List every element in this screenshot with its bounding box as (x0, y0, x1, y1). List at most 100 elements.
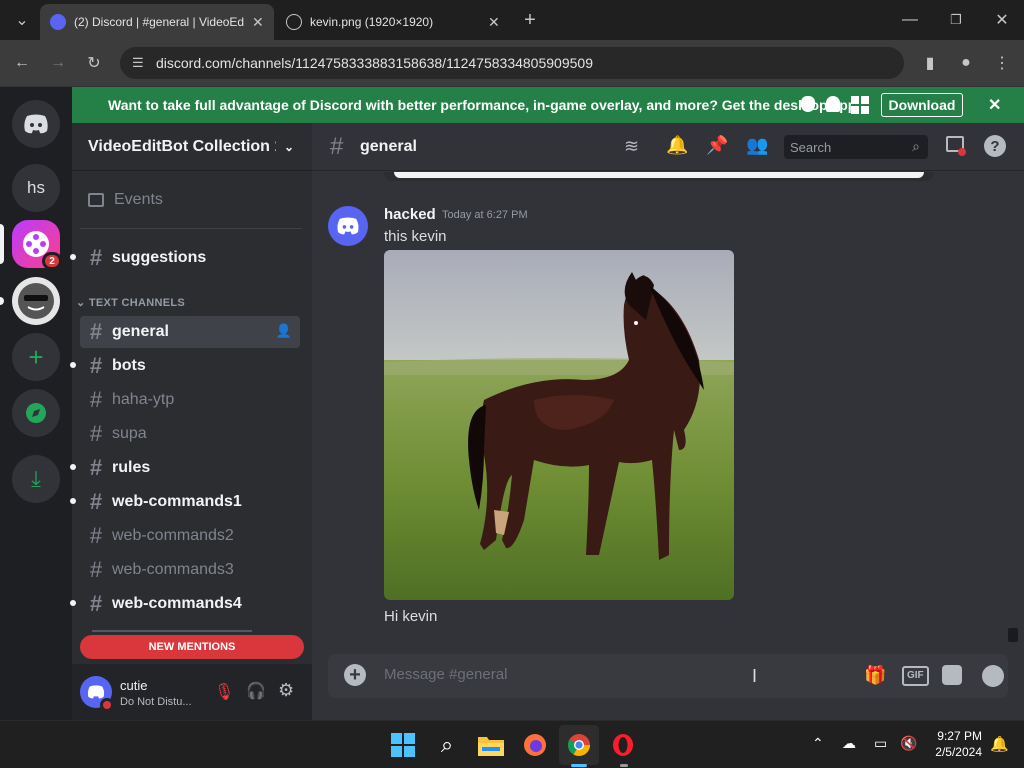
mention-badge: 2 (42, 252, 62, 270)
server-cat-avatar[interactable] (12, 277, 60, 325)
search-icon[interactable]: ⌕ (433, 731, 461, 759)
hashtag-icon: # (89, 591, 103, 616)
calendar-icon (88, 193, 104, 207)
tab-kevin[interactable]: kevin.png (1920×1920) ✕ (276, 4, 510, 40)
onedrive-offline-icon[interactable]: ☁ (842, 735, 856, 752)
tab-search-icon[interactable]: ⌄ (8, 6, 36, 34)
category-header[interactable]: ⌄ TEXT CHANNELS (76, 296, 185, 309)
side-panel-icon[interactable]: ▮ (916, 49, 944, 77)
file-explorer-icon[interactable] (477, 731, 505, 759)
channel-haha-ytp[interactable]: # haha-ytp (80, 384, 300, 416)
channel-web-commands4[interactable]: # web-commands4 (80, 588, 300, 620)
close-tab-icon[interactable]: ✕ (252, 14, 264, 31)
active-indicator (571, 764, 587, 767)
discord-favicon-icon (50, 14, 66, 30)
firefox-icon[interactable] (521, 731, 549, 759)
channel-bots[interactable]: # bots (80, 350, 300, 382)
message-input[interactable]: Message #general (384, 666, 507, 683)
hashtag-icon: # (89, 387, 103, 412)
clock[interactable]: 9:27 PM 2/5/2024 (926, 729, 982, 759)
muted-mic-icon[interactable]: 🎙 (214, 682, 234, 702)
back-button[interactable]: ← (8, 49, 36, 77)
forward-button[interactable]: → (44, 49, 72, 77)
url-text: discord.com/channels/1124758333883158638… (156, 55, 593, 71)
hashtag-icon: # (89, 489, 103, 514)
download-button[interactable]: Download (881, 93, 963, 117)
threads-icon[interactable]: ≋ (624, 136, 639, 157)
user-status: Do Not Distu... (120, 696, 192, 708)
headphones-icon[interactable]: 🎧 (246, 681, 266, 701)
server-hs[interactable]: hs (12, 164, 60, 212)
pinned-messages-icon[interactable]: 📌 (706, 135, 728, 156)
menu-kebab-icon[interactable]: ⋮ (988, 49, 1016, 77)
sticker-icon[interactable] (942, 665, 962, 685)
channel-web-commands2[interactable]: # web-commands2 (80, 520, 300, 552)
chevron-down-icon: ⌄ (76, 297, 89, 309)
channel-web-commands3[interactable]: # web-commands3 (80, 554, 300, 586)
channel-supa[interactable]: # supa (80, 418, 300, 450)
running-indicator (620, 764, 628, 767)
site-info-icon[interactable]: ☰ (132, 55, 144, 71)
close-window-button[interactable]: ✕ (988, 6, 1016, 34)
search-input[interactable]: Search ⌕ (784, 135, 928, 159)
gift-icon[interactable]: 🎁 (864, 665, 886, 686)
close-tab-icon[interactable]: ✕ (488, 14, 500, 31)
discord-home-icon[interactable] (12, 100, 60, 148)
channel-general[interactable]: # general 👤 (80, 316, 300, 348)
gif-button[interactable]: GIF (902, 666, 929, 686)
settings-gear-icon[interactable]: ⚙ (278, 680, 294, 701)
banner-text: Want to take full advantage of Discord w… (108, 97, 862, 113)
android-icon (826, 96, 840, 112)
help-icon[interactable]: ? (984, 135, 1006, 157)
message-avatar[interactable] (328, 206, 368, 246)
invite-people-icon[interactable]: 👤 (276, 323, 292, 339)
unread-dot (70, 498, 76, 504)
hashtag-icon: # (330, 133, 344, 160)
channel-suggestions[interactable]: # suggestions (80, 242, 300, 274)
selected-server-pill (0, 224, 4, 264)
upload-plus-button[interactable]: + (344, 664, 366, 686)
scrollbar-thumb[interactable] (1008, 628, 1018, 642)
hashtag-icon: # (89, 421, 103, 446)
message-author[interactable]: hacked (384, 206, 436, 223)
notification-bell-icon[interactable]: 🔔 (990, 735, 1009, 753)
windows-taskbar: ⌕ ⌃ ☁ ▭ 🔇 9:27 PM 2/5/2024 🔔 (0, 720, 1024, 768)
events-item[interactable]: Events (80, 184, 300, 216)
clock-time: 9:27 PM (937, 729, 982, 743)
close-banner-icon[interactable]: ✕ (988, 95, 1001, 115)
emoji-icon[interactable] (982, 665, 1004, 687)
tab-discord[interactable]: (2) Discord | #general | VideoEd ✕ (40, 4, 274, 40)
channel-web-commands1[interactable]: # web-commands1 (80, 486, 300, 518)
attached-image[interactable] (384, 250, 734, 600)
new-mentions-button[interactable]: NEW MENTIONS (80, 635, 304, 659)
notification-bell-icon[interactable]: 🔔 (666, 135, 688, 156)
guild-name: VideoEditBot Collection 1.0 (88, 137, 276, 155)
explore-compass-icon[interactable] (12, 389, 60, 437)
profile-icon[interactable]: ● (952, 49, 980, 77)
download-apps-icon[interactable]: ⤓ (12, 455, 60, 503)
hashtag-icon: # (89, 319, 103, 344)
address-bar[interactable]: ☰ discord.com/channels/11247583338831586… (120, 47, 904, 79)
opera-icon[interactable] (609, 731, 637, 759)
hashtag-icon: # (89, 523, 103, 548)
chat-header: # general ≋ 🔔 📌 👥 Search ⌕ ? (312, 123, 1024, 171)
reload-button[interactable]: ↻ (80, 49, 108, 77)
text-cursor-icon: I (752, 666, 758, 686)
guild-header[interactable]: VideoEditBot Collection 1.0 ⌄ (72, 123, 312, 171)
minimize-button[interactable]: — (896, 6, 924, 34)
network-icon[interactable]: ▭ (874, 735, 887, 752)
restore-button[interactable]: ❐ (942, 6, 970, 34)
member-list-icon[interactable]: 👥 (746, 135, 768, 156)
chevron-up-icon[interactable]: ⌃ (812, 735, 824, 752)
windows-start-icon[interactable] (389, 731, 417, 759)
add-server-button[interactable]: + (12, 333, 60, 381)
apple-icon (801, 96, 815, 112)
message-composer[interactable]: + Message #general I 🎁 GIF (328, 654, 1008, 698)
channel-rules[interactable]: # rules (80, 452, 300, 484)
chrome-icon[interactable] (565, 731, 593, 759)
chat-area: hacked Today at 6:27 PM this kevin Hi ke… (312, 172, 1024, 720)
volume-muted-icon[interactable]: 🔇 (900, 735, 917, 752)
new-tab-button[interactable]: + (516, 6, 544, 34)
hashtag-icon: # (89, 557, 103, 582)
divider (80, 228, 302, 229)
